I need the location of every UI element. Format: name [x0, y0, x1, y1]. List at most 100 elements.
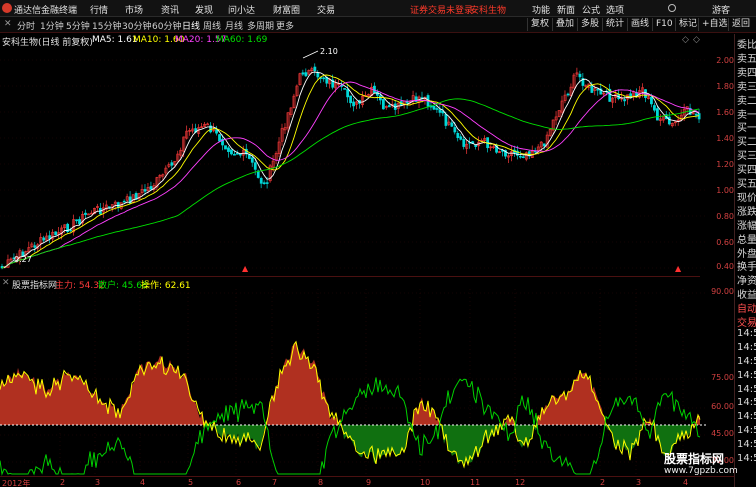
period-monthly[interactable]: 月线 [225, 19, 243, 32]
multi-stock-button[interactable]: 多股 [577, 18, 602, 31]
retail-area [0, 425, 700, 465]
user-icon[interactable] [668, 4, 676, 12]
stock-link[interactable]: 安科生物 [470, 3, 506, 16]
time-tick: 3 [636, 478, 642, 487]
watermark-title: 股票指标网 [664, 452, 725, 466]
indicator-header: ✕ 股票指标网 主力: 54.32 散户: 45.68 操作: 62.61 [0, 276, 700, 291]
side-panel-item[interactable]: 买五 [737, 175, 756, 190]
side-panel-item[interactable]: 现价 [737, 189, 756, 204]
period-weekly[interactable]: 周线 [203, 19, 221, 32]
period-tick[interactable]: 分时 [17, 19, 35, 32]
period-5min[interactable]: 5分钟 [66, 19, 90, 32]
indicator-chart[interactable] [0, 289, 706, 476]
back-button[interactable]: 返回 [728, 18, 753, 31]
indicator-tick: 90.00 [711, 287, 734, 296]
side-panel-item[interactable]: 净资 [737, 272, 756, 287]
main-force-area [0, 340, 700, 425]
quote-side-panel: 委比 卖五 卖四 卖三 卖二 卖一 买一 买二 买三 买四 买五 现价 涨跌 涨幅 总量 外盘 换手 净资 收益 自动… [734, 34, 756, 487]
side-panel-item[interactable]: 总量 [737, 231, 756, 246]
side-panel-item[interactable]: 14:50 [737, 425, 756, 436]
side-panel-item[interactable]: 卖五 [737, 50, 756, 65]
price-tick: 0.40 [716, 262, 734, 271]
side-panel-item[interactable]: 14:50 [737, 342, 756, 353]
price-tick: 1.40 [716, 134, 734, 143]
mark-button[interactable]: 标记 [675, 18, 700, 31]
side-panel-item[interactable]: 买二 [737, 133, 756, 148]
indicator-close-icon[interactable]: ✕ [2, 278, 10, 288]
period-30min[interactable]: 30分钟 [122, 19, 151, 32]
side-panel-item[interactable]: 14:50 [737, 370, 756, 381]
time-tick: 2 [60, 478, 66, 487]
side-panel-item[interactable]: 14:50 [737, 439, 756, 450]
time-tick: 4 [140, 478, 146, 487]
side-panel-item[interactable]: 卖一 [737, 106, 756, 121]
guest-label[interactable]: 游客 [712, 3, 730, 16]
ma60-value: MA60: 1.69 [216, 35, 268, 45]
side-panel-item[interactable]: 14:50 [737, 453, 756, 464]
menu-item-market[interactable]: 市场 [125, 3, 143, 16]
f10-button[interactable]: F10 [652, 18, 676, 31]
period-1min[interactable]: 1分钟 [40, 19, 64, 32]
chart-expand-icon[interactable]: ◇ [682, 35, 689, 45]
login-warning[interactable]: 证券交易未登录 [410, 3, 473, 16]
period-toolbar: ✕ 分时 1分钟 5分钟 15分钟 30分钟 60分钟 日线 周线 月线 多周期… [0, 17, 756, 33]
candlestick-chart[interactable]: 2.10 0.27 ▲ ▲ [0, 46, 706, 276]
chart-collapse-icon[interactable]: ◇ [693, 35, 700, 45]
side-panel-item[interactable]: 收益 [737, 286, 756, 301]
side-panel-item[interactable]: 换手 [737, 258, 756, 273]
app-name: 通达信金融终端 [14, 6, 78, 16]
price-tick: 1.00 [716, 186, 734, 195]
event-marker-1: ▲ [242, 264, 249, 273]
menu-item-options[interactable]: 选项 [606, 3, 624, 16]
side-panel-item[interactable]: 14:50 [737, 397, 756, 408]
side-panel-item[interactable]: 卖二 [737, 92, 756, 107]
side-panel-item[interactable]: 自动 [737, 300, 756, 315]
side-panel-item[interactable]: 涨跌 [737, 203, 756, 218]
diamond-icon: ◇ [80, 35, 87, 45]
time-tick: 8 [318, 478, 324, 487]
period-15min[interactable]: 15分钟 [92, 19, 121, 32]
period-multi[interactable]: 多周期 [247, 19, 274, 32]
period-daily[interactable]: 日线 [182, 19, 200, 32]
side-panel-item[interactable]: 14:50 [737, 411, 756, 422]
menu-item-formula[interactable]: 公式 [582, 3, 600, 16]
time-axis: 2012年 2 3 4 5 6 7 8 9 10 11 12 2 3 4 [0, 476, 734, 487]
time-tick: 5 [188, 478, 194, 487]
side-panel-item[interactable]: 14:50 [737, 356, 756, 367]
side-panel-item[interactable]: 卖三 [737, 78, 756, 93]
stats-button[interactable]: 统计 [602, 18, 627, 31]
side-panel-item[interactable]: 外盘 [737, 245, 756, 260]
side-panel-item[interactable]: 卖四 [737, 64, 756, 79]
draw-button[interactable]: 画线 [627, 18, 652, 31]
menu-item-ask[interactable]: 问小达 [228, 3, 255, 16]
low-price-label: 0.27 [14, 255, 32, 264]
menu-item-discover[interactable]: 发现 [195, 3, 213, 16]
time-tick: 2 [600, 478, 606, 487]
side-panel-item[interactable]: 买四 [737, 161, 756, 176]
period-60min[interactable]: 60分钟 [152, 19, 181, 32]
watermark-url: www.7gpzb.com [664, 466, 738, 476]
side-panel-item[interactable]: 涨幅 [737, 217, 756, 232]
chart-header: 安科生物(日线 前复权) ◇ MA5: 1.61 MA10: 1.60 MA20… [0, 34, 700, 48]
side-panel-item[interactable]: 14:50 [737, 328, 756, 339]
period-more[interactable]: 更多 [276, 19, 294, 32]
high-price-label: 2.10 [320, 47, 338, 56]
overlay-button[interactable]: 叠加 [552, 18, 577, 31]
menu-item-news[interactable]: 资讯 [161, 3, 179, 16]
close-icon[interactable]: ✕ [4, 19, 13, 29]
side-panel-item[interactable]: 买一 [737, 119, 756, 134]
menu-item-new-page[interactable]: 新面 [557, 3, 575, 16]
adjust-button[interactable]: 复权 [527, 18, 552, 31]
side-panel-item[interactable]: 交易 [737, 314, 756, 329]
side-panel-item[interactable]: 14:50 [737, 384, 756, 395]
candles-layer [0, 63, 701, 270]
side-panel-item[interactable]: 买三 [737, 147, 756, 162]
price-tick: 0.80 [716, 212, 734, 221]
menu-item-quotes[interactable]: 行情 [90, 3, 108, 16]
side-panel-item[interactable]: 委比 [737, 36, 756, 51]
menu-item-wealth[interactable]: 财富圈 [273, 3, 300, 16]
menu-item-trade[interactable]: 交易 [317, 3, 335, 16]
add-watchlist-button[interactable]: +自选 [698, 18, 731, 31]
menu-item-function[interactable]: 功能 [532, 3, 550, 16]
time-tick: 7 [272, 478, 278, 487]
